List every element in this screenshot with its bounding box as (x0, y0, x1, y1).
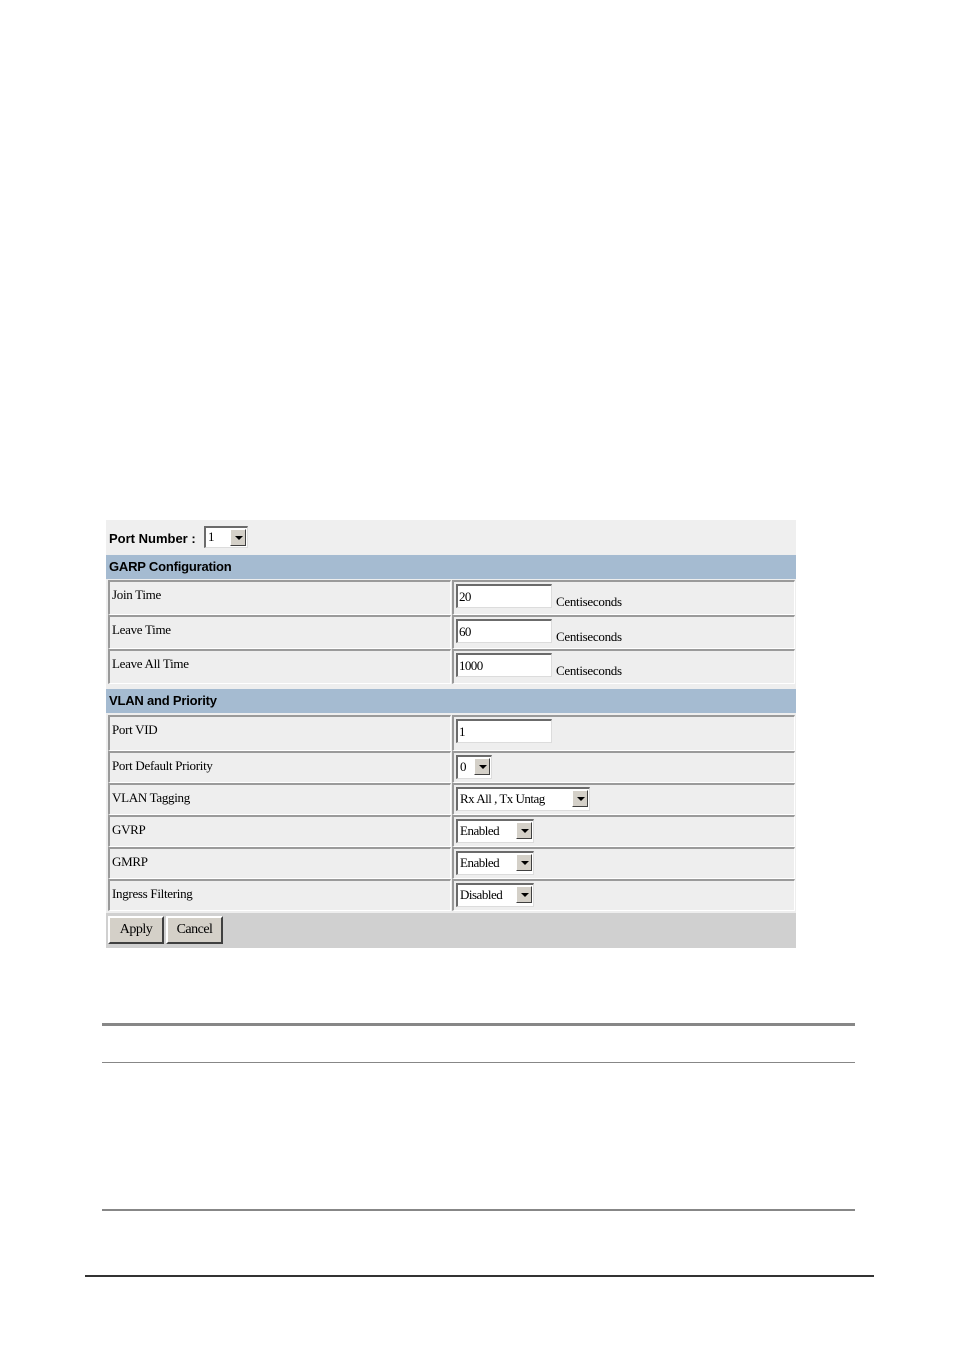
join-time-label: Join Time (112, 587, 161, 602)
gmrp-select[interactable]: Enabled (456, 851, 534, 875)
leave-all-time-label: Leave All Time (112, 656, 189, 671)
table-row-leave-time: Leave Time Centiseconds (106, 615, 796, 649)
chevron-down-icon[interactable] (572, 790, 588, 807)
chevron-down-icon[interactable] (230, 529, 246, 546)
table-row-port-default-priority: Port Default Priority 0 (106, 751, 796, 783)
cancel-button[interactable]: Cancel (166, 916, 223, 944)
apply-button[interactable]: Apply (108, 916, 164, 944)
chevron-down-icon[interactable] (516, 854, 532, 871)
table-row-join-time: Join Time Centiseconds (106, 580, 796, 615)
table-bottom-rule (102, 1209, 855, 1211)
join-time-input[interactable] (456, 584, 552, 608)
gvrp-label: GVRP (112, 822, 146, 837)
table-row-port-vid: Port VID (106, 715, 796, 751)
table-top-rule (102, 1023, 855, 1026)
vlan-tagging-value: Rx All , Tx Untag (460, 791, 545, 806)
leave-all-time-input[interactable] (456, 653, 552, 677)
page-footer-rule (85, 1275, 874, 1277)
port-default-priority-select[interactable]: 0 (456, 755, 492, 779)
leave-time-input[interactable] (456, 619, 552, 643)
gvrp-value: Enabled (460, 823, 500, 838)
table-row-leave-all-time: Leave All Time Centiseconds (106, 649, 796, 684)
leave-time-label: Leave Time (112, 622, 171, 637)
vlan-tagging-label: VLAN Tagging (112, 790, 190, 805)
port-number-label: Port Number : (109, 531, 196, 546)
form-footer: Apply Cancel (106, 913, 796, 948)
port-vid-label: Port VID (112, 722, 158, 737)
port-number-select[interactable]: 1 (204, 526, 248, 548)
section-title-garp: GARP Configuration (109, 559, 232, 574)
leave-all-time-unit: Centiseconds (556, 663, 622, 678)
section-header-vlan: VLAN and Priority (106, 689, 796, 713)
leave-time-unit: Centiseconds (556, 629, 622, 644)
table-row-gmrp: GMRP Enabled (106, 847, 796, 879)
port-configuration-form: Port Number : 1 GARP Configuration Join … (106, 520, 796, 948)
chevron-down-icon[interactable] (516, 886, 532, 903)
vlan-tagging-select[interactable]: Rx All , Tx Untag (456, 787, 590, 811)
gmrp-label: GMRP (112, 854, 148, 869)
table-header-rule (102, 1062, 855, 1063)
ingress-filtering-select[interactable]: Disabled (456, 883, 534, 907)
port-default-priority-label: Port Default Priority (112, 758, 213, 773)
chevron-down-icon[interactable] (474, 758, 490, 775)
port-vid-input[interactable] (456, 719, 552, 743)
table-row-ingress-filtering: Ingress Filtering Disabled (106, 879, 796, 911)
table-row-vlan-tagging: VLAN Tagging Rx All , Tx Untag (106, 783, 796, 815)
port-number-bar: Port Number : 1 (106, 520, 796, 554)
port-number-value: 1 (208, 529, 215, 544)
section-header-garp: GARP Configuration (106, 555, 796, 579)
ingress-filtering-value: Disabled (460, 887, 503, 902)
port-default-priority-value: 0 (460, 759, 467, 774)
join-time-unit: Centiseconds (556, 594, 622, 609)
gmrp-value: Enabled (460, 855, 500, 870)
table-row-gvrp: GVRP Enabled (106, 815, 796, 847)
chevron-down-icon[interactable] (516, 822, 532, 839)
gvrp-select[interactable]: Enabled (456, 819, 534, 843)
ingress-filtering-label: Ingress Filtering (112, 886, 193, 901)
section-title-vlan: VLAN and Priority (109, 693, 217, 708)
